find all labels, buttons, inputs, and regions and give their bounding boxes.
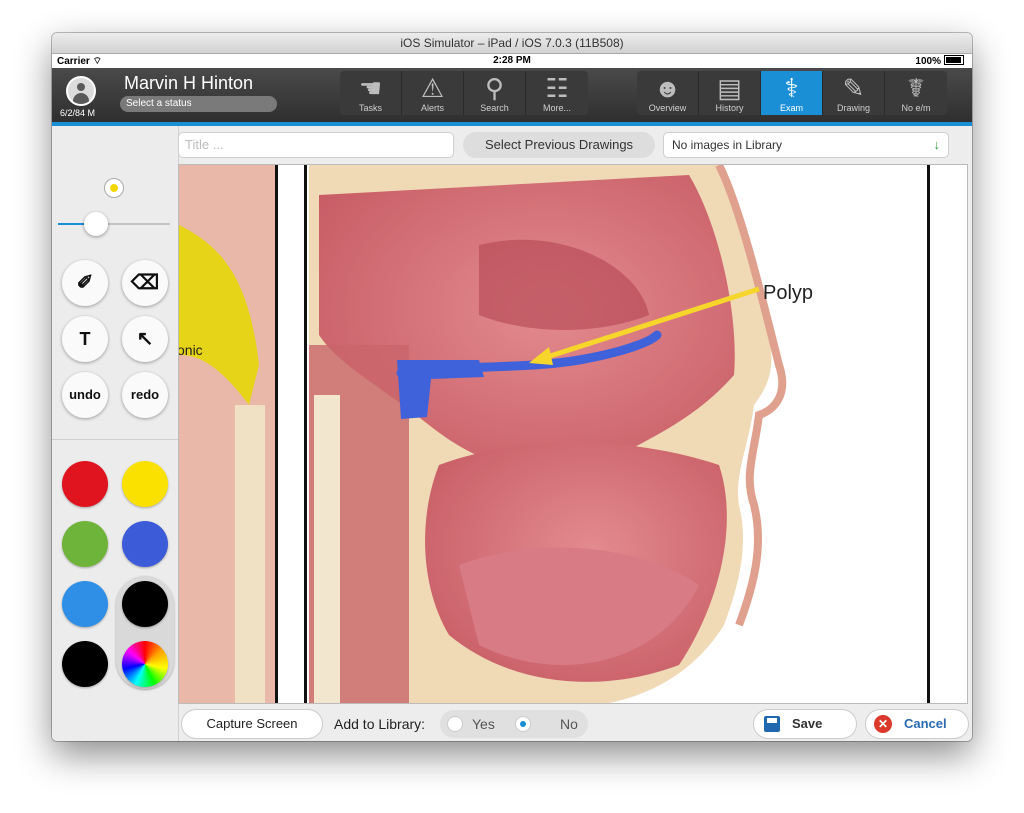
cancel-button[interactable]: ✕ Cancel xyxy=(866,710,968,738)
alert-icon: ⚠ xyxy=(420,73,445,103)
radio-no-label: No xyxy=(560,716,578,732)
brush-preview-icon xyxy=(104,178,124,198)
history-icon: ▤ xyxy=(717,73,742,103)
drawing-workspace: ✐ ⌫ T ↖ undo redo Title ... Select Previ… xyxy=(52,126,972,741)
select-previous-drawings-button[interactable]: Select Previous Drawings xyxy=(463,132,655,158)
tab-more[interactable]: ☷ More... xyxy=(526,71,588,115)
text-tool-label: T xyxy=(79,329,91,349)
anatomy-illustration: Polyp onic xyxy=(179,165,967,703)
panel-border-line xyxy=(275,165,278,703)
undo-button[interactable]: undo xyxy=(62,372,108,418)
ios-status-bar: Carrier ⌔ 2:28 PM 100% xyxy=(52,54,972,68)
color-swatch-blue[interactable] xyxy=(122,521,168,567)
battery-indicator: 100% xyxy=(915,55,964,67)
palette-icon: ✎ xyxy=(842,73,865,103)
tab-label: Alerts xyxy=(420,103,444,113)
nav-right-group: ☻ Overview ▤ History ⚕ Exam ✎ Drawing ☤ … xyxy=(637,71,947,115)
patient-dob: 6/2/84 M xyxy=(60,108,96,118)
floppy-disk-icon xyxy=(764,716,780,732)
polyp-label: Polyp xyxy=(763,282,813,304)
partial-label: onic xyxy=(179,342,203,358)
head-icon: ☻ xyxy=(653,73,682,103)
radio-no[interactable] xyxy=(516,717,530,731)
download-arrow-icon: ↓ xyxy=(933,137,941,152)
radio-yes-label: Yes xyxy=(472,716,495,732)
brush-tool-button[interactable]: ✐ xyxy=(62,260,108,306)
save-button[interactable]: Save xyxy=(754,710,856,738)
eraser-icon: ⌫ xyxy=(130,272,160,294)
tab-label: No e/m xyxy=(901,103,931,113)
window-titlebar: iOS Simulator – iPad / iOS 7.0.3 (11B508… xyxy=(52,33,972,54)
color-swatch-light-blue[interactable] xyxy=(62,581,108,627)
tab-label: Tasks xyxy=(358,103,382,113)
tab-search[interactable]: ⚲ Search xyxy=(464,71,526,115)
color-wheel-icon[interactable] xyxy=(122,641,168,687)
caduceus-icon: ☤ xyxy=(907,73,925,103)
drawing-title-input[interactable]: Title ... xyxy=(178,132,454,158)
brush-icon: ✐ xyxy=(76,272,94,294)
tool-divider xyxy=(52,439,178,440)
tab-history[interactable]: ▤ History xyxy=(699,71,761,115)
tab-label: Exam xyxy=(779,103,803,113)
add-to-library-radio-group: Yes No xyxy=(440,710,588,738)
tab-tasks[interactable]: ☚ Tasks xyxy=(340,71,402,115)
search-icon: ⚲ xyxy=(484,73,505,103)
cancel-label: Cancel xyxy=(904,716,947,731)
tab-exam[interactable]: ⚕ Exam xyxy=(761,71,823,115)
hierarchy-icon: ☷ xyxy=(545,73,569,103)
color-swatch-green[interactable] xyxy=(62,521,108,567)
brush-size-slider[interactable] xyxy=(84,212,108,236)
save-label: Save xyxy=(792,716,823,731)
status-time: 2:28 PM xyxy=(493,55,531,66)
library-select-value: No images in Library xyxy=(672,138,783,152)
arrow-tool-button[interactable]: ↖ xyxy=(122,316,168,362)
arrow-up-left-icon: ↖ xyxy=(136,328,154,350)
app-navbar: 6/2/84 M Marvin H Hinton Select a status… xyxy=(52,68,972,126)
color-swatch-black[interactable] xyxy=(62,641,108,687)
right-panel-border xyxy=(927,165,930,703)
drawing-canvas[interactable]: Polyp onic xyxy=(178,164,968,704)
color-swatch-yellow[interactable] xyxy=(122,461,168,507)
tab-label: More... xyxy=(542,103,571,113)
panel-border-line xyxy=(304,165,307,703)
text-tool-button[interactable]: T xyxy=(62,316,108,362)
window-title: iOS Simulator – iPad / iOS 7.0.3 (11B508… xyxy=(400,36,624,50)
tab-no-em[interactable]: ☤ No e/m xyxy=(885,71,947,115)
radio-yes[interactable] xyxy=(448,717,462,731)
tool-panel: ✐ ⌫ T ↖ undo redo xyxy=(52,126,179,741)
bottom-action-bar: Capture Screen Add to Library: Yes No Sa… xyxy=(178,704,972,741)
color-swatch-black-selected[interactable] xyxy=(122,581,168,627)
battery-icon xyxy=(944,55,964,65)
panel-gap-white xyxy=(275,165,307,703)
tab-label: History xyxy=(715,103,744,113)
tab-alerts[interactable]: ⚠ Alerts xyxy=(402,71,464,115)
capture-screen-button[interactable]: Capture Screen xyxy=(182,710,322,738)
eraser-tool-button[interactable]: ⌫ xyxy=(122,260,168,306)
stethoscope-icon: ⚕ xyxy=(784,73,799,103)
color-swatch-red[interactable] xyxy=(62,461,108,507)
redo-label: redo xyxy=(130,387,160,402)
battery-percent: 100% xyxy=(915,56,941,67)
hand-icon: ☚ xyxy=(358,73,383,103)
status-select[interactable]: Select a status xyxy=(120,96,277,112)
library-select[interactable]: No images in Library ↓ xyxy=(663,132,949,158)
tab-overview[interactable]: ☻ Overview xyxy=(637,71,699,115)
redo-button[interactable]: redo xyxy=(122,372,168,418)
patient-name[interactable]: Marvin H Hinton xyxy=(124,73,253,94)
patient-avatar-icon[interactable] xyxy=(66,76,96,106)
add-to-library-label: Add to Library: xyxy=(334,716,426,732)
nav-left-group: ☚ Tasks ⚠ Alerts ⚲ Search ☷ More... xyxy=(340,71,588,115)
tab-label: Overview xyxy=(648,103,687,113)
simulator-window: iOS Simulator – iPad / iOS 7.0.3 (11B508… xyxy=(52,33,972,741)
close-icon: ✕ xyxy=(874,715,892,733)
undo-label: undo xyxy=(69,387,101,402)
spine xyxy=(314,395,340,703)
tab-label: Search xyxy=(480,103,509,113)
left-panel-spine xyxy=(235,405,265,703)
tab-label: Drawing xyxy=(836,103,870,113)
tab-drawing[interactable]: ✎ Drawing xyxy=(823,71,885,115)
